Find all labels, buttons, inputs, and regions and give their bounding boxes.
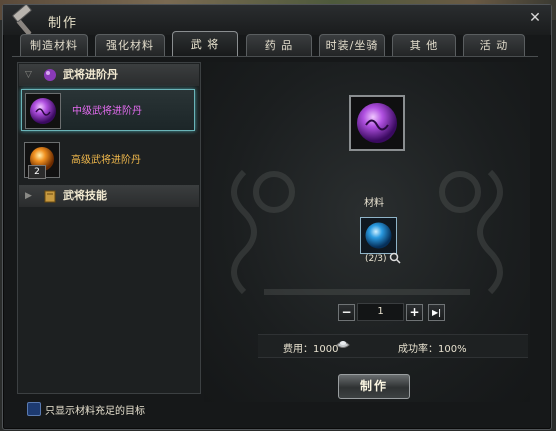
recipe-item-label: 高级武将进阶丹 xyxy=(71,155,141,166)
tab-events[interactable]: 活 动 xyxy=(463,34,525,56)
max-quantity-button[interactable]: ▶| xyxy=(428,304,445,321)
purple-orb-icon xyxy=(44,69,56,81)
group-header-general-advance-pill[interactable]: ▽ 武将进阶丹 xyxy=(19,64,199,86)
tab-fashion-mounts[interactable]: 时装/坐骑 xyxy=(319,34,385,56)
group-header-general-skills[interactable]: ▶ 武将技能 xyxy=(19,185,199,207)
increase-quantity-button[interactable]: + xyxy=(406,304,423,321)
success-rate-label: 成功率：100% xyxy=(398,344,467,355)
recipe-list-panel: ▽ 武将进阶丹 中级武将进阶丹 2 高级武将进阶丹 ▶ 武将技能 xyxy=(17,62,201,394)
only-enough-materials-checkbox[interactable] xyxy=(27,402,41,416)
expand-triangle-icon[interactable]: ▽ xyxy=(25,64,32,86)
blue-pill-icon xyxy=(365,222,392,249)
category-tabs: 制造材料 强化材料 武 将 药 品 时装/坐骑 其 他 活 动 xyxy=(20,31,525,57)
only-enough-materials-label: 只显示材料充足的目标 xyxy=(45,406,145,417)
tab-manufacturing-materials[interactable]: 制造材料 xyxy=(20,34,88,56)
recipe-item-icon xyxy=(25,93,61,129)
tab-enhancement-materials[interactable]: 强化材料 xyxy=(95,34,165,56)
purple-pill-icon xyxy=(30,98,56,124)
craft-button[interactable]: 制作 xyxy=(338,374,410,399)
magnifier-icon[interactable] xyxy=(389,252,401,264)
window-title: 制作 xyxy=(48,16,79,31)
tab-other[interactable]: 其 他 xyxy=(392,34,456,56)
recipe-item-icon: 2 xyxy=(24,142,60,179)
window-titlebar[interactable]: 制作 ✕ xyxy=(3,5,551,36)
recipe-item-label: 中级武将进阶丹 xyxy=(72,106,142,117)
group-label: 武将进阶丹 xyxy=(63,68,118,81)
fee-label: 费用：1000 xyxy=(283,344,339,355)
tab-divider xyxy=(12,56,538,57)
decrease-quantity-button[interactable]: − xyxy=(338,304,355,321)
material-count: (2/3) xyxy=(365,254,387,264)
recipe-item-advanced-pill[interactable]: 2 高级武将进阶丹 xyxy=(21,139,195,179)
group-label: 武将技能 xyxy=(63,189,107,202)
tab-generals[interactable]: 武 将 xyxy=(172,31,238,57)
purple-pill-icon xyxy=(357,103,397,143)
material-label: 材料 xyxy=(364,198,384,209)
target-item-slot[interactable] xyxy=(349,95,405,151)
close-button[interactable]: ✕ xyxy=(527,10,543,26)
tab-medicine[interactable]: 药 品 xyxy=(246,34,312,56)
quantity-input[interactable]: 1 xyxy=(357,303,404,321)
material-slot[interactable] xyxy=(360,217,397,254)
collapse-triangle-icon[interactable]: ▶ xyxy=(25,185,32,207)
silver-ingot-icon xyxy=(336,341,350,348)
item-count-badge: 2 xyxy=(28,165,46,179)
recipe-item-intermediate-pill[interactable]: 中级武将进阶丹 xyxy=(21,89,195,131)
book-icon xyxy=(44,190,56,203)
